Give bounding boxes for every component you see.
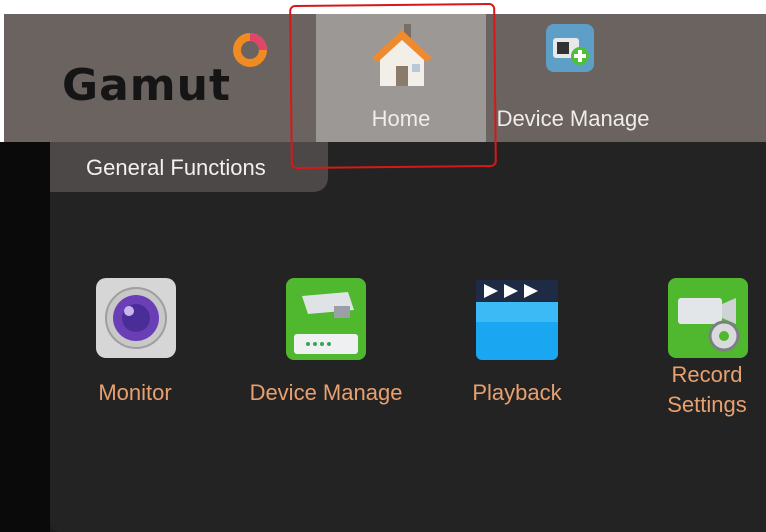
red-annotation-outline xyxy=(289,2,497,170)
left-sidebar-strip xyxy=(0,142,50,532)
function-playback-label: Playback xyxy=(472,380,562,405)
tab-device-manage[interactable]: Device Manage xyxy=(482,14,664,142)
tab-device-manage-label: Device Manage xyxy=(496,106,650,131)
camera-lens-icon xyxy=(96,278,176,358)
camera-gear-icon xyxy=(668,278,748,358)
function-record-settings-label: Record Settings xyxy=(667,362,747,417)
function-monitor-label: Monitor xyxy=(98,380,172,405)
device-manage-icon xyxy=(286,278,366,360)
device-add-icon xyxy=(546,24,594,72)
section-title: General Functions xyxy=(86,155,266,180)
app-logo: Gamut xyxy=(62,60,232,111)
section-tab-general-functions[interactable]: General Functions xyxy=(50,142,328,192)
function-device-manage-label: Device Manage xyxy=(249,380,403,405)
clapperboard-icon xyxy=(476,280,558,360)
orange-ring-logo-icon xyxy=(233,33,267,67)
